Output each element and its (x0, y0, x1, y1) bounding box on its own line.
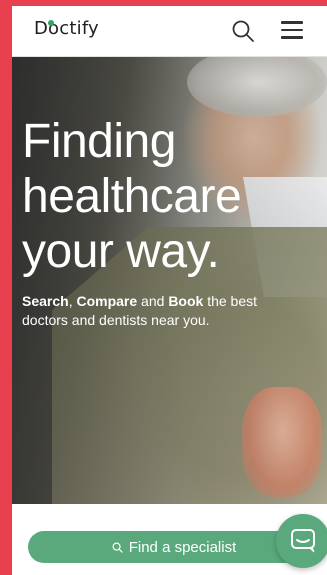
subtext-search: Search (22, 293, 69, 309)
headline-line-3: your way. (22, 225, 220, 278)
subtext-book: Book (168, 293, 204, 309)
hero-banner: Finding healthcare your way. Search, Com… (12, 57, 327, 504)
doctify-logo[interactable]: Doctify (34, 18, 99, 39)
hero-subtext: Search, Compare and Book the best doctor… (22, 292, 302, 330)
top-navigation-bar: Doctify (12, 6, 327, 57)
subtext-sep-2: and (137, 293, 169, 309)
subtext-compare: Compare (76, 293, 138, 309)
app-frame: Doctify Finding healthcare your way. Sea… (12, 6, 327, 575)
hero-headline: Finding healthcare your way. (22, 114, 322, 279)
logo-accent-dot (48, 20, 54, 26)
chat-bubble-icon (291, 529, 315, 553)
find-a-specialist-label: Find a specialist (128, 538, 237, 556)
headline-line-1: Finding (22, 115, 176, 168)
chat-button[interactable] (276, 514, 327, 568)
hamburger-menu-icon[interactable] (281, 21, 303, 39)
search-icon[interactable] (231, 19, 255, 43)
search-icon (112, 542, 123, 553)
headline-line-2: healthcare (22, 170, 242, 223)
